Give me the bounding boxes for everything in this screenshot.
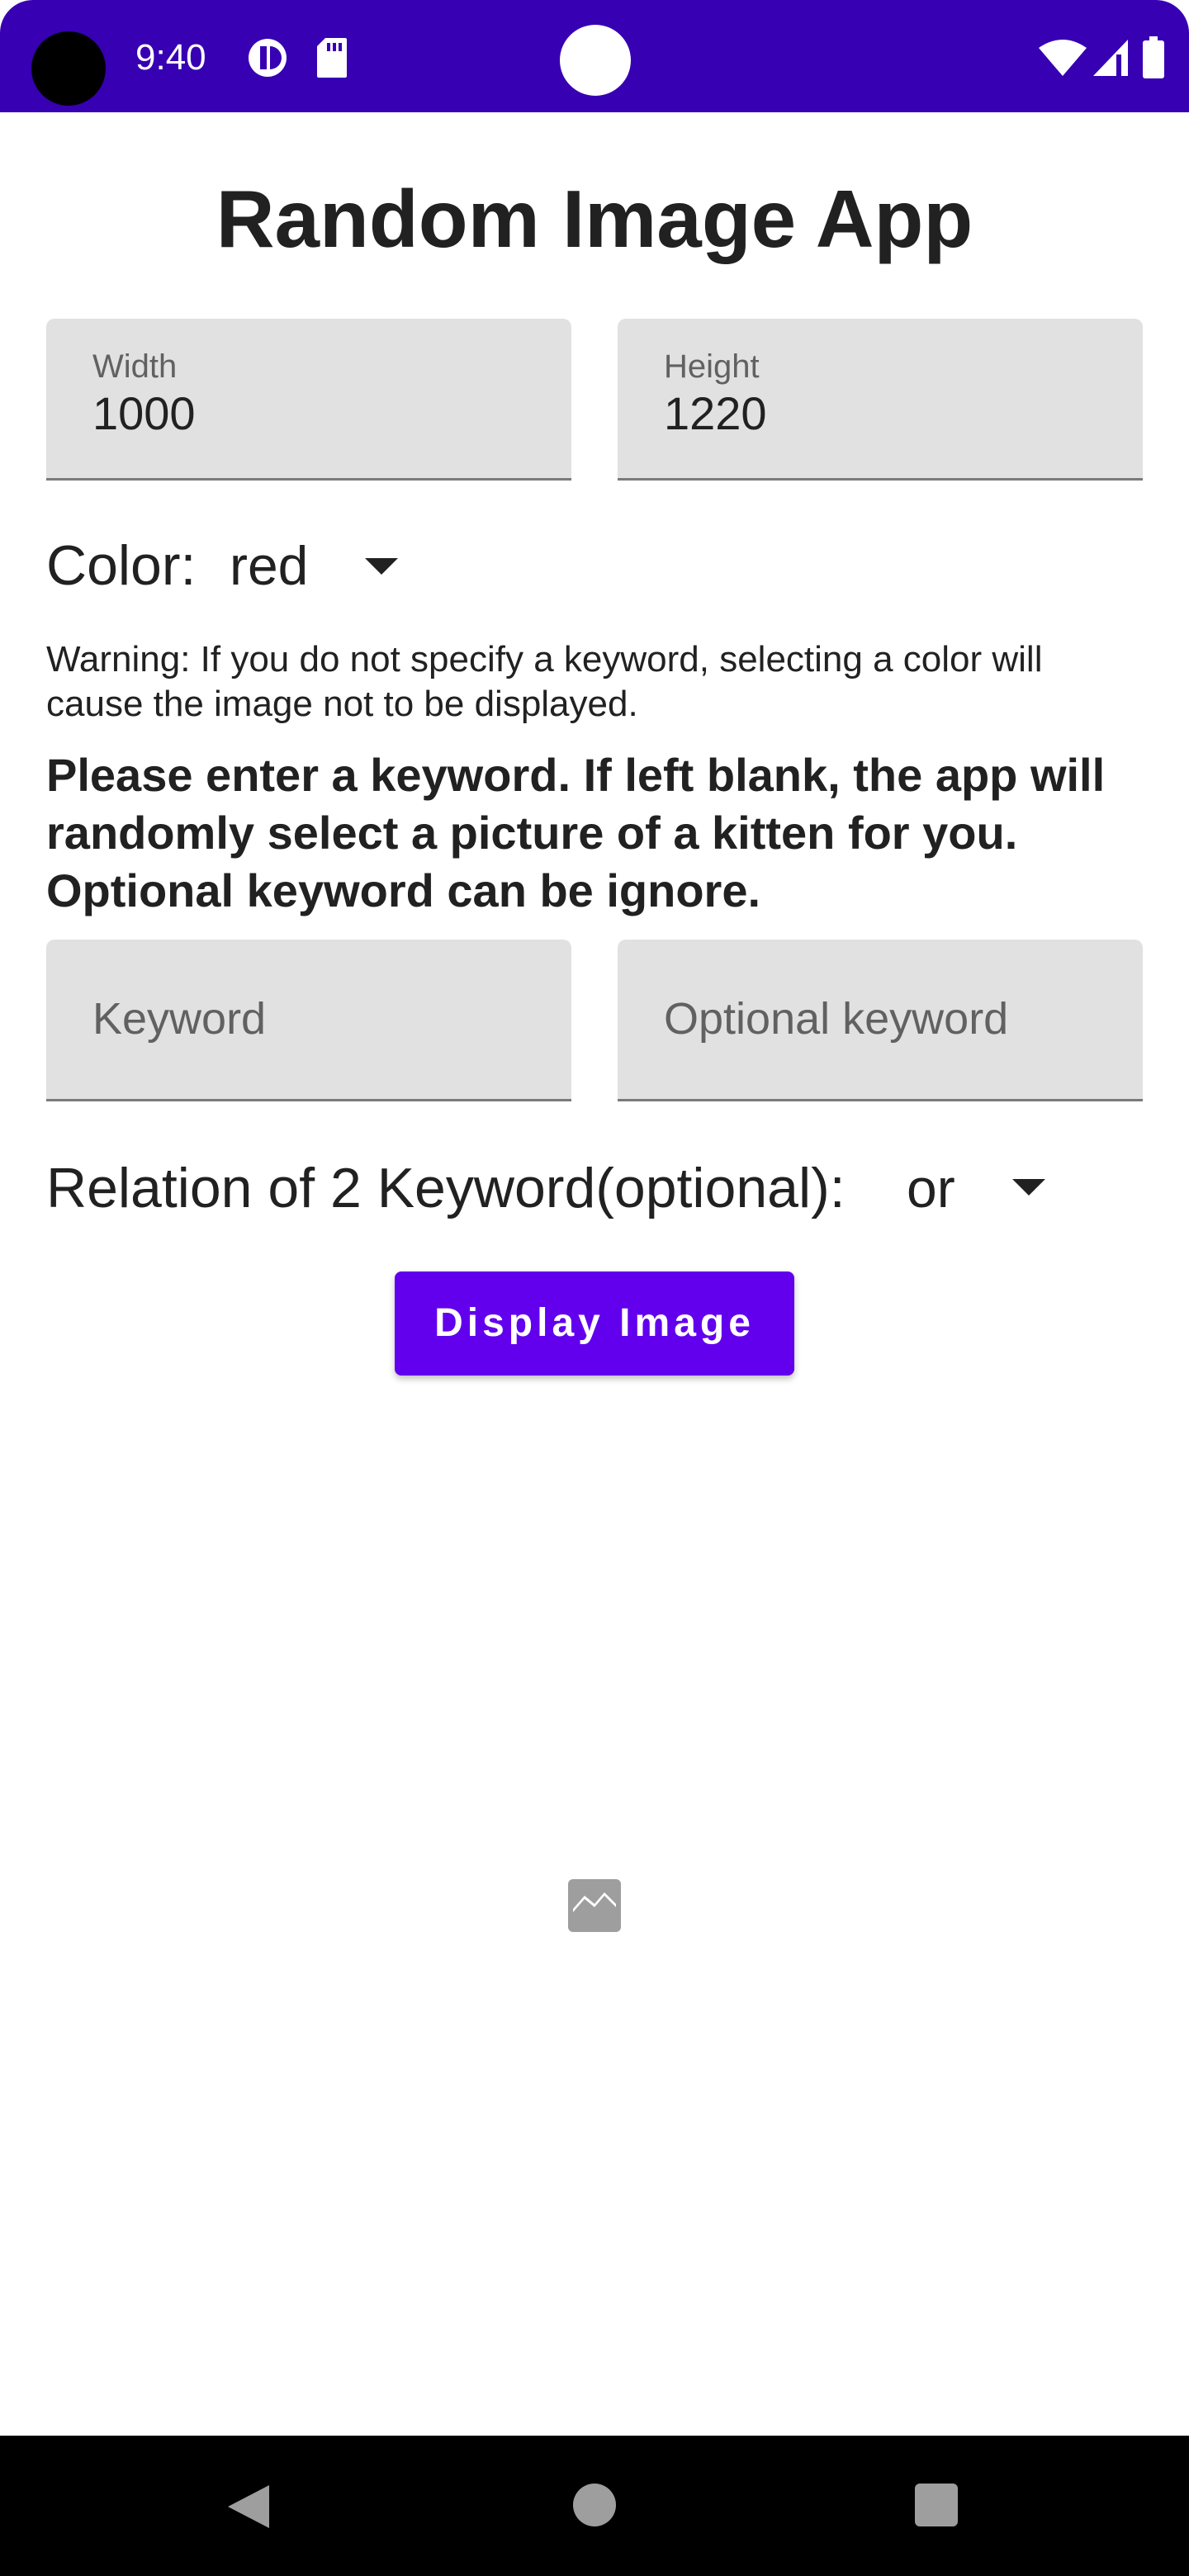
width-field-value[interactable]: 1000 — [92, 385, 196, 443]
display-image-button[interactable]: Display Image — [395, 1271, 794, 1376]
navigation-bar — [0, 2436, 1189, 2576]
height-field-value[interactable]: 1220 — [664, 385, 767, 443]
keyword-field-placeholder: Keyword — [92, 994, 267, 1044]
camera-hole — [31, 31, 106, 106]
broken-image-icon — [568, 1879, 621, 1932]
signal-icon — [1093, 40, 1128, 76]
warning-text: Warning: If you do not specify a keyword… — [46, 639, 1043, 724]
sd-card-icon — [317, 38, 347, 78]
relation-spinner-value: or — [907, 1158, 955, 1219]
height-field[interactable]: Height 1220 — [618, 319, 1143, 481]
battery-icon — [1143, 36, 1164, 78]
back-icon[interactable] — [225, 2482, 271, 2531]
chevron-down-icon — [1012, 1179, 1045, 1196]
alarm-icon — [249, 39, 287, 77]
home-icon[interactable] — [573, 2484, 616, 2526]
width-field-label: Width — [92, 348, 178, 385]
wifi-icon — [1039, 40, 1087, 76]
optional-keyword-field-placeholder: Optional keyword — [664, 994, 1009, 1044]
width-field[interactable]: Width 1000 — [46, 319, 571, 481]
front-sensor — [560, 25, 631, 96]
color-spinner[interactable]: red — [230, 528, 413, 603]
recents-icon[interactable] — [915, 2484, 958, 2526]
height-field-label: Height — [664, 348, 760, 385]
optional-keyword-field[interactable]: Optional keyword — [618, 940, 1143, 1101]
relation-spinner[interactable]: or — [907, 1151, 1055, 1225]
app-title: Random Image App — [216, 173, 973, 264]
color-spinner-value: red — [230, 535, 309, 596]
color-label: Color: — [46, 534, 197, 597]
chevron-down-icon — [365, 558, 398, 575]
status-bar: 9:40 — [0, 0, 1189, 112]
relation-label: Relation of 2 Keyword(optional): — [46, 1157, 846, 1219]
status-time: 9:40 — [135, 37, 206, 78]
keyword-field[interactable]: Keyword — [46, 940, 571, 1101]
instruction-text: Please enter a keyword. If left blank, t… — [46, 749, 1106, 916]
